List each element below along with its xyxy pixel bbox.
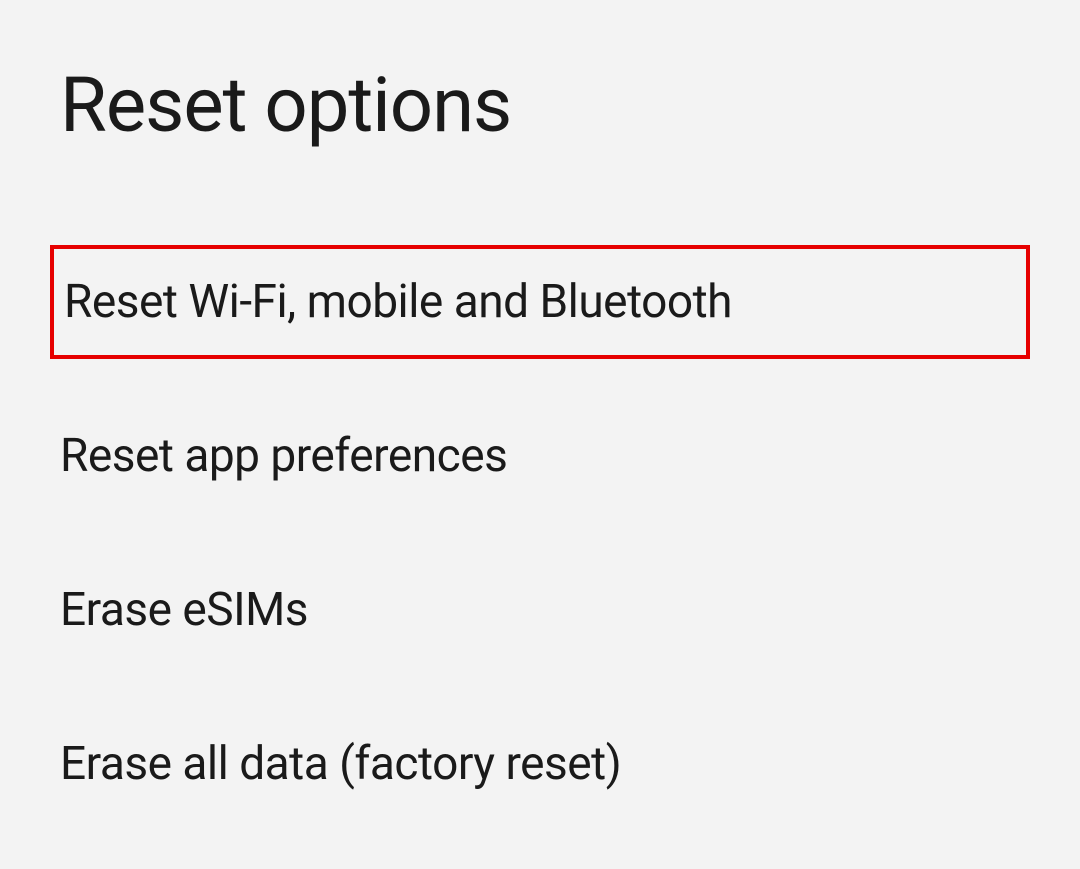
reset-options-list: Reset Wi-Fi, mobile and Bluetooth Reset … [0, 245, 1080, 861]
list-item-reset-network[interactable]: Reset Wi-Fi, mobile and Bluetooth [50, 245, 1030, 359]
list-item-erase-all-data[interactable]: Erase all data (factory reset) [0, 707, 1080, 821]
list-item-label: Reset app preferences [60, 429, 507, 483]
list-item-erase-esims[interactable]: Erase eSIMs [0, 553, 1080, 667]
page-title: Reset options [0, 0, 1080, 150]
list-item-label: Erase all data (factory reset) [60, 737, 621, 791]
list-item-reset-app-prefs[interactable]: Reset app preferences [0, 399, 1080, 513]
list-item-label: Erase eSIMs [60, 583, 308, 637]
list-item-label: Reset Wi-Fi, mobile and Bluetooth [64, 275, 732, 329]
